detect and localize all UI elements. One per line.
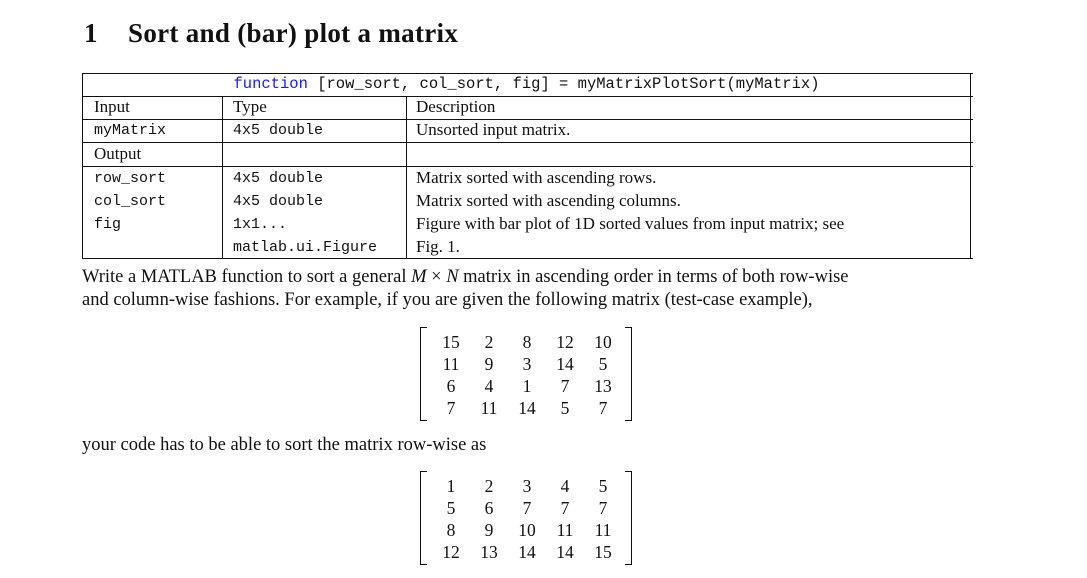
matrix-cell: 8 <box>522 332 532 352</box>
function-keyword: function <box>233 75 308 93</box>
matrix-cell: 1 <box>446 476 456 496</box>
matrix-cell: 8 <box>446 520 456 540</box>
output-type: 4x5 double <box>233 193 324 210</box>
input-name: myMatrix <box>94 122 167 139</box>
signature-text: [row_sort, col_sort, fig] = myMatrixPlot… <box>307 75 820 93</box>
table-rule <box>82 166 973 167</box>
output-header-label: Output <box>94 144 142 163</box>
matrix-cell: 11 <box>442 354 460 374</box>
matrix-row-sorted: 1 2 3 4 5 5 6 7 7 7 8 9 10 11 11 12 13 14 14 15 <box>420 471 632 565</box>
function-spec-table: function [row_sort, col_sort, fig] = myM… <box>82 73 973 259</box>
matrix-cell: 5 <box>598 354 608 374</box>
matrix-row: 11 9 3 14 5 <box>432 353 622 375</box>
matrix-cell: 14 <box>556 354 574 374</box>
matrix-row-sorted-grid: 1 2 3 4 5 5 6 7 7 7 8 9 10 11 11 12 13 14 14 15 <box>432 475 622 563</box>
left-bracket <box>420 471 427 565</box>
matrix-cell: 15 <box>442 332 460 352</box>
section-number: 1 <box>84 18 98 48</box>
matrix-cell: 7 <box>522 498 532 518</box>
matrix-cell: 14 <box>518 542 536 562</box>
math-var-m: M <box>411 267 427 287</box>
matrix-cell: 12 <box>442 542 460 562</box>
matrix-cell: 15 <box>594 542 612 562</box>
output-type-line2: matlab.ui.Figure <box>233 239 378 256</box>
matrix-cell: 3 <box>522 476 532 496</box>
matrix-cell: 5 <box>446 498 456 518</box>
right-bracket <box>625 471 632 565</box>
matrix-cell: 9 <box>484 354 494 374</box>
matrix-cell: 6 <box>446 376 456 396</box>
matrix-cell: 11 <box>594 520 612 540</box>
matrix-cell: 14 <box>556 542 574 562</box>
matrix-row: 12 13 14 14 15 <box>432 541 622 563</box>
math-times: × <box>426 267 447 287</box>
table-border-left <box>82 73 83 259</box>
matrix-row: 7 11 14 5 7 <box>432 397 622 419</box>
matrix-cell: 7 <box>598 398 608 418</box>
description-header-label: Description <box>416 97 496 116</box>
matrix-cell: 2 <box>484 476 494 496</box>
matrix-row: 15 2 8 12 10 <box>432 331 622 353</box>
output-name: fig <box>94 216 122 233</box>
matrix-cell: 5 <box>598 476 608 496</box>
table-rule <box>82 96 973 97</box>
text-run: matrix in ascending order in terms of bo… <box>458 267 849 287</box>
matrix-cell: 4 <box>560 476 570 496</box>
matrix-cell: 13 <box>594 376 612 396</box>
section-heading: 1 Sort and (bar) plot a matrix <box>84 18 458 49</box>
matrix-cell: 3 <box>522 354 532 374</box>
matrix-cell: 5 <box>560 398 570 418</box>
matrix-cell: 13 <box>480 542 498 562</box>
output-name: row_sort <box>94 170 167 187</box>
matrix-cell: 10 <box>594 332 612 352</box>
table-col-divider <box>406 96 407 259</box>
math-var-n: N <box>446 267 459 287</box>
matrix-cell: 7 <box>560 498 570 518</box>
matrix-row: 6 4 1 7 13 <box>432 375 622 397</box>
matrix-cell: 4 <box>484 376 494 396</box>
matrix-cell: 7 <box>446 398 456 418</box>
matrix-cell: 2 <box>484 332 494 352</box>
matrix-input: 15 2 8 12 10 11 9 3 14 5 6 4 1 7 13 7 11 14 5 7 <box>420 327 632 421</box>
table-rule <box>82 142 973 143</box>
output-type: 1x1... <box>233 216 288 233</box>
paragraph-intro-line2: and column-wise fashions. For example, i… <box>82 290 813 310</box>
matrix-row: 1 2 3 4 5 <box>432 475 622 497</box>
section-title: Sort and (bar) plot a matrix <box>128 18 459 48</box>
matrix-input-grid: 15 2 8 12 10 11 9 3 14 5 6 4 1 7 13 7 11 14 5 7 <box>432 331 622 419</box>
output-description: Figure with bar plot of 1D sorted values… <box>416 214 845 233</box>
function-signature: function [row_sort, col_sort, fig] = myM… <box>82 74 971 94</box>
output-type: 4x5 double <box>233 170 324 187</box>
matrix-row: 8 9 10 11 11 <box>432 519 622 541</box>
matrix-cell: 11 <box>556 520 574 540</box>
output-description: Matrix sorted with ascending columns. <box>416 191 681 210</box>
paragraph-row-sort: your code has to be able to sort the mat… <box>82 435 487 455</box>
output-description-line2: Fig. 1. <box>416 237 460 256</box>
matrix-cell: 7 <box>598 498 608 518</box>
input-description: Unsorted input matrix. <box>416 120 571 139</box>
output-name: col_sort <box>94 193 167 210</box>
type-header-label: Type <box>233 97 267 116</box>
input-header-label: Input <box>94 97 130 116</box>
matrix-cell: 12 <box>556 332 574 352</box>
matrix-cell: 14 <box>518 398 536 418</box>
output-description: Matrix sorted with ascending rows. <box>416 168 657 187</box>
text-run: Write a MATLAB function to sort a genera… <box>82 267 412 287</box>
input-type: 4x5 double <box>233 122 324 139</box>
matrix-cell: 11 <box>480 398 498 418</box>
matrix-cell: 1 <box>522 376 532 396</box>
table-rule-bottom <box>82 258 973 259</box>
matrix-row: 5 6 7 7 7 <box>432 497 622 519</box>
matrix-cell: 6 <box>484 498 494 518</box>
right-bracket <box>625 327 632 421</box>
table-col-divider <box>222 96 223 259</box>
matrix-cell: 10 <box>518 520 536 540</box>
left-bracket <box>420 327 427 421</box>
matrix-cell: 9 <box>484 520 494 540</box>
paragraph-intro-line1: Write a MATLAB function to sort a genera… <box>82 266 849 289</box>
table-border-right <box>970 73 971 259</box>
matrix-cell: 7 <box>560 376 570 396</box>
